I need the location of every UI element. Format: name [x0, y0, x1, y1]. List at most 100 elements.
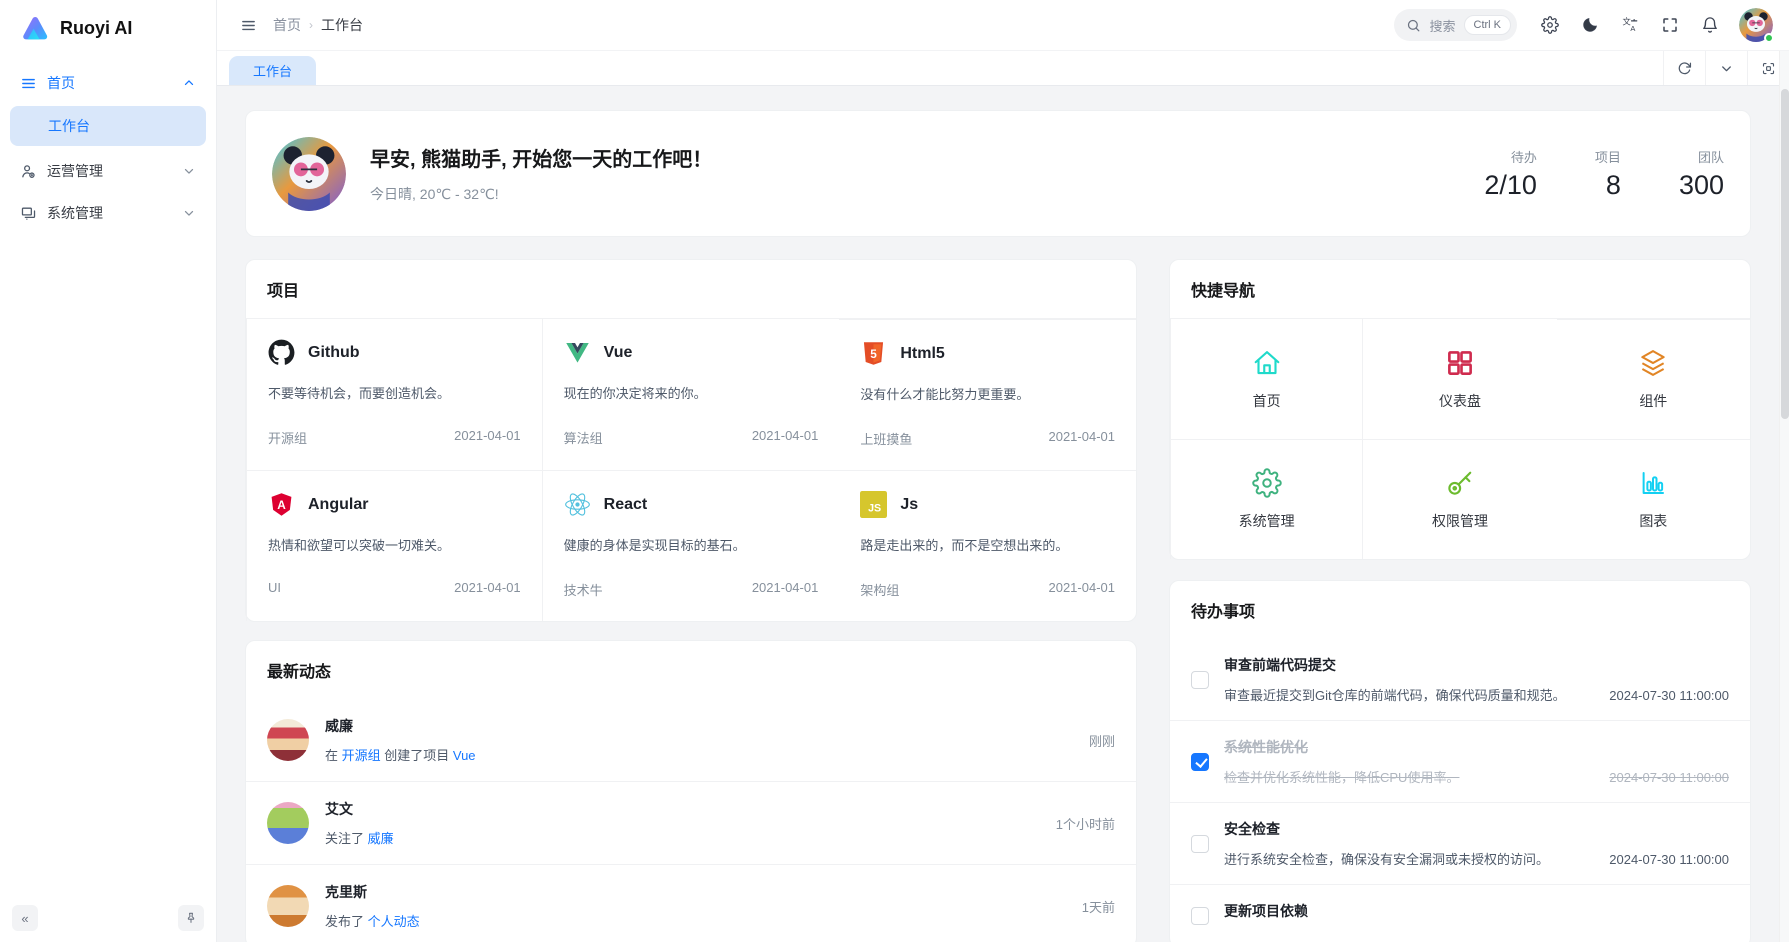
- tab-options-button[interactable]: [1705, 51, 1747, 85]
- quick-nav-item[interactable]: 仪表盘: [1363, 319, 1556, 439]
- sidebar-item-label: 系统管理: [47, 203, 103, 223]
- quick-nav-item[interactable]: 组件: [1557, 319, 1750, 439]
- project-date: 2021-04-01: [752, 428, 819, 447]
- todo-checkbox[interactable]: [1191, 671, 1209, 689]
- project-card[interactable]: A Angular 热情和欲望可以突破一切难关。 UI 2021-04-01: [246, 470, 543, 621]
- fullscreen-button[interactable]: [1653, 8, 1687, 42]
- news-action: 在 开源组 创建了项目 Vue: [325, 745, 476, 764]
- sidebar-item-workbench[interactable]: 工作台: [10, 106, 206, 146]
- content-area: 早安, 熊猫助手, 开始您一天的工作吧！ 今日晴, 20℃ - 32℃! 待办 …: [217, 87, 1789, 942]
- user-avatar[interactable]: [1739, 8, 1773, 42]
- user-gear-icon: [20, 163, 37, 180]
- hamburger-icon: [240, 17, 257, 34]
- project-group: 技术牛: [564, 580, 603, 599]
- notifications-button[interactable]: [1693, 8, 1727, 42]
- dashboard-icon: [1445, 348, 1475, 378]
- chart-icon: [1638, 468, 1668, 498]
- member-name: 威廉: [325, 716, 476, 736]
- member-avatar: [267, 885, 309, 927]
- sidebar-collapse-button[interactable]: «: [12, 905, 38, 931]
- dark-mode-button[interactable]: [1573, 8, 1607, 42]
- todo-item-description: 审查最近提交到Git仓库的前端代码，确保代码质量和规范。: [1224, 685, 1609, 704]
- refresh-tab-button[interactable]: [1663, 51, 1705, 85]
- greeting-subtitle: 今日晴, 20℃ - 32℃!: [370, 184, 712, 204]
- news-link[interactable]: 开源组: [342, 748, 381, 763]
- todo-card: 待办事项 审查前端代码提交 审查最近提交到Git仓库的前端代码，确保代码质量和规…: [1169, 580, 1751, 942]
- news-time: 刚刚: [1089, 731, 1115, 750]
- main-area: 首页 › 工作台 搜索 Ctrl K 文A: [217, 0, 1789, 942]
- quick-nav-label: 仪表盘: [1439, 391, 1481, 411]
- sidebar-item-label: 首页: [47, 73, 75, 93]
- project-card[interactable]: Vue 现在的你决定将来的你。 算法组 2021-04-01: [543, 319, 840, 470]
- project-card[interactable]: 5 Html5 没有什么才能比努力更重要。 上班摸鱼 2021-04-01: [839, 319, 1136, 470]
- project-group: 算法组: [564, 428, 603, 447]
- project-group: 上班摸鱼: [860, 429, 912, 448]
- news-link[interactable]: 威廉: [368, 831, 394, 846]
- quick-nav-item[interactable]: 权限管理: [1363, 439, 1556, 559]
- todo-row: 安全检查 进行系统安全检查，确保没有安全漏洞或未授权的访问。 2024-07-3…: [1170, 802, 1750, 884]
- quick-nav-item[interactable]: 首页: [1170, 319, 1363, 439]
- news-card: 最新动态 威廉 在 开源组 创建了项目 Vue: [245, 640, 1137, 942]
- settings-button[interactable]: [1533, 8, 1567, 42]
- quick-nav-label: 权限管理: [1432, 511, 1488, 531]
- news-link[interactable]: 个人动态: [368, 914, 420, 929]
- todo-row: 系统性能优化 检查并优化系统性能，降低CPU使用率。 2024-07-30 11…: [1170, 720, 1750, 802]
- sidebar-item-operation[interactable]: 运营管理: [10, 152, 206, 190]
- member-name: 艾文: [325, 799, 394, 819]
- quick-nav-grid: 首页 仪表盘 组件: [1170, 319, 1750, 559]
- breadcrumb-current: 工作台: [321, 15, 363, 35]
- todo-checkbox[interactable]: [1191, 753, 1209, 771]
- tab-workbench[interactable]: 工作台: [229, 56, 316, 85]
- news-row: 克里斯 发布了 个人动态 1天前: [246, 864, 1136, 942]
- breadcrumb-home[interactable]: 首页: [273, 15, 301, 35]
- logo[interactable]: Ruoyi AI: [0, 0, 216, 56]
- stat-value: 2/10: [1484, 170, 1537, 201]
- project-group: UI: [268, 580, 281, 595]
- stat-value: 300: [1679, 170, 1724, 201]
- search-input[interactable]: 搜索 Ctrl K: [1394, 9, 1517, 41]
- todo-row: 审查前端代码提交 审查最近提交到Git仓库的前端代码，确保代码质量和规范。 20…: [1170, 639, 1750, 720]
- angular-icon: A: [268, 491, 295, 518]
- search-shortcut-badge: Ctrl K: [1464, 15, 1512, 35]
- project-name: Github: [308, 344, 360, 362]
- todo-checkbox[interactable]: [1191, 907, 1209, 925]
- sidebar-item-home[interactable]: 首页: [10, 64, 206, 102]
- vue-icon: [564, 339, 591, 366]
- todo-item-description: 检查并优化系统性能，降低CPU使用率。: [1224, 767, 1609, 786]
- breadcrumb-separator: ›: [309, 18, 313, 32]
- monitor-icon: [20, 205, 37, 222]
- search-placeholder: 搜索: [1429, 16, 1455, 35]
- todo-item-title: 审查前端代码提交: [1224, 655, 1609, 675]
- search-icon: [1406, 18, 1421, 33]
- scrollbar-thumb[interactable]: [1781, 89, 1789, 419]
- news-link[interactable]: Vue: [453, 748, 476, 763]
- collapse-sidebar-button[interactable]: [233, 10, 263, 40]
- scrollbar-track: [1779, 51, 1789, 942]
- project-card[interactable]: Github 不要等待机会，而要创造机会。 开源组 2021-04-01: [246, 319, 543, 470]
- news-list: 威廉 在 开源组 创建了项目 Vue 刚刚: [246, 699, 1136, 942]
- quick-nav-label: 系统管理: [1239, 511, 1295, 531]
- chevron-up-icon: [182, 76, 196, 90]
- fullscreen-icon: [1661, 16, 1679, 34]
- quick-nav-card: 快捷导航 首页 仪表盘: [1169, 259, 1751, 560]
- quick-nav-item[interactable]: 系统管理: [1170, 439, 1363, 559]
- project-description: 健康的身体是实现目标的基石。: [564, 535, 819, 554]
- sidebar-item-label: 运营管理: [47, 161, 103, 181]
- todo-title: 待办事项: [1170, 581, 1750, 639]
- news-row: 艾文 关注了 威廉 1个小时前: [246, 781, 1136, 864]
- stat-todo: 待办 2/10: [1484, 147, 1537, 201]
- sidebar-pin-button[interactable]: [178, 905, 204, 931]
- sidebar-item-system[interactable]: 系统管理: [10, 194, 206, 232]
- language-button[interactable]: 文A: [1613, 8, 1647, 42]
- app-logo-icon: [18, 12, 50, 44]
- todo-item-title: 系统性能优化: [1224, 737, 1609, 757]
- chevron-down-icon: [182, 206, 196, 220]
- quick-nav-item[interactable]: 图表: [1557, 439, 1750, 559]
- project-card[interactable]: React 健康的身体是实现目标的基石。 技术牛 2021-04-01: [543, 470, 840, 621]
- todo-checkbox[interactable]: [1191, 835, 1209, 853]
- todo-item-time: 2024-07-30 11:00:00: [1609, 770, 1729, 785]
- svg-text:A: A: [1630, 24, 1635, 33]
- member-name: 克里斯: [325, 882, 420, 902]
- project-card[interactable]: JS Js 路是走出来的，而不是空想出来的。 架构组 2021-04-01: [839, 470, 1136, 621]
- quick-nav-label: 图表: [1639, 511, 1667, 531]
